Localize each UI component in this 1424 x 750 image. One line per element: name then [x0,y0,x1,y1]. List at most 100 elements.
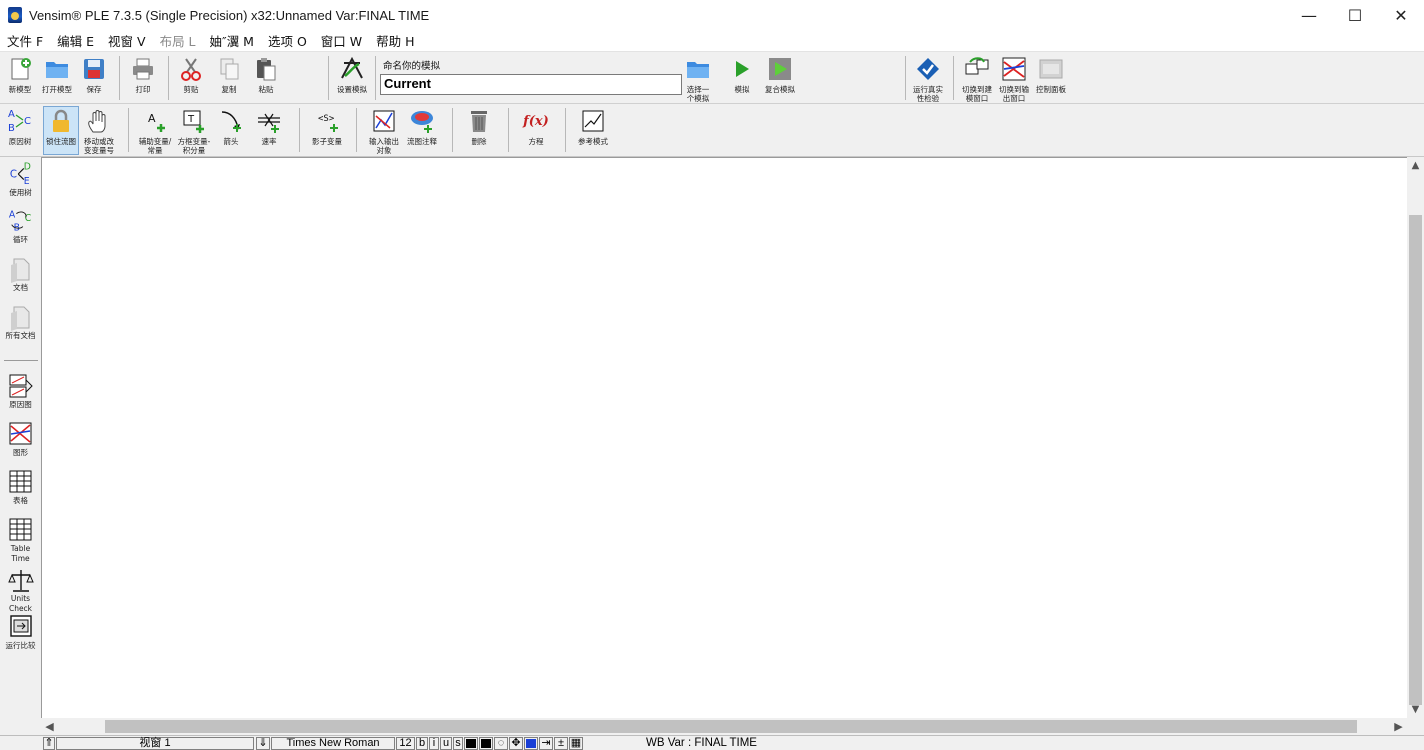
move-size-tool[interactable]: 移动或改 变变量号 [81,107,117,155]
menu-edit[interactable]: 编辑 E [50,31,101,50]
maximize-button[interactable]: ☐ [1332,0,1378,30]
menu-view[interactable]: 视窗 V [101,31,153,50]
copy-icon [215,55,243,83]
text-color-swatch[interactable] [464,737,478,750]
new-document-icon [6,55,34,83]
graph-icon [8,420,34,448]
play-icon [728,55,756,83]
view-up-arrow-icon[interactable]: ⇑ [43,737,55,750]
control-panel-button[interactable]: 控制面板 [1034,55,1068,94]
scroll-up-arrow-icon[interactable]: ▲ [1407,157,1424,174]
choose-run-button[interactable]: 选择一 个模拟 [683,55,713,103]
table-time-tool[interactable]: Table Time [0,516,41,564]
scroll-left-arrow-icon[interactable]: ◀ [41,718,58,735]
save-button[interactable]: 保存 [78,55,110,94]
printer-icon [129,55,157,83]
menu-model[interactable]: 妯″瀷 M [203,31,261,50]
uses-tree-tool[interactable]: CDE 使用树 [0,160,41,198]
reference-mode-tool[interactable]: 参考模式 [574,107,612,146]
comment-cloud-icon [408,107,436,135]
vertical-scroll-thumb[interactable] [1409,215,1422,705]
table-time-icon [8,516,34,544]
print-button[interactable]: 打印 [127,55,159,94]
font-name-field[interactable]: Times New Roman [271,737,395,750]
paste-button[interactable]: 粘贴 [251,55,281,94]
switch-to-output-button[interactable]: 切换到输 出窗口 [996,55,1032,103]
vertical-scrollbar[interactable]: ▲ ▼ [1407,157,1424,718]
auxiliary-variable-tool[interactable]: A 辅助变量/常量 [137,107,173,155]
control-panel-icon [1037,55,1065,83]
document-tool[interactable]: 文档 [0,255,41,293]
io-object-icon [370,107,398,135]
minimize-button[interactable]: — [1286,0,1332,30]
italic-toggle[interactable]: i [429,737,439,750]
reality-check-button[interactable]: 运行真实 性检验 [910,55,946,103]
toolbar-separator [328,56,329,100]
sketch-canvas[interactable] [41,157,1407,718]
arrow-tool[interactable]: 箭头 [216,107,246,146]
scroll-right-arrow-icon[interactable]: ▶ [1390,718,1407,735]
input-output-object-tool[interactable]: 输入输出 对象 [365,107,403,155]
view-selector[interactable]: 视窗 1 [56,737,254,750]
toolbar-separator [119,56,120,100]
menu-help[interactable]: 帮助 H [369,31,421,50]
line-color-swatch[interactable] [524,737,538,750]
lock-sketch-tool[interactable]: 锁住流图 [43,106,79,155]
units-check-tool[interactable]: Units Check [0,566,41,614]
curved-arrow-icon [217,107,245,135]
rate-tool[interactable]: 速率 [254,107,284,146]
copy-button[interactable]: 复制 [214,55,244,94]
font-size-field[interactable]: 12 [396,737,415,750]
floppy-disk-icon [80,55,108,83]
fill-color-swatch[interactable] [479,737,493,750]
shadow-variable-tool[interactable]: <S> 影子变量 [308,107,346,146]
position-style-icon[interactable]: ✥ [509,737,523,750]
toolbar-separator [508,108,509,152]
rate-valve-icon [255,107,283,135]
shape-style-icon[interactable]: ◌ [494,737,508,750]
view-down-arrow-icon[interactable]: ⇓ [256,737,270,750]
switch-to-build-button[interactable]: 切换到建 模窗口 [959,55,995,103]
horizontal-scrollbar[interactable]: ◀ ▶ [41,718,1407,735]
run-name-input[interactable]: Current [380,74,682,95]
open-model-button[interactable]: 打开模型 [40,55,74,94]
level-variable-tool[interactable]: T 方框变量- 积分量 [176,107,212,155]
balance-scale-icon [7,566,34,594]
menu-layout[interactable]: 布局 L [153,31,203,50]
menu-window[interactable]: 窗口 W [314,31,369,50]
causes-tree-tool[interactable]: ABC 原因树 [4,107,36,146]
arrow-style-icon[interactable]: ⇥ [539,737,553,750]
synthesim-button[interactable]: 复合模拟 [763,55,797,94]
delete-tool[interactable]: 删除 [464,107,494,146]
causes-strip-tool[interactable]: 原因图 [0,372,41,410]
sketch-toolbar: ABC 原因树 锁住流图 移动或改 变变量号 A 辅助变量/常量 T 方框变量- 积… [0,104,1424,157]
sketch-options-icon[interactable]: ▦ [569,737,583,750]
causes-strip-icon [8,372,34,400]
run-compare-icon [8,613,34,641]
loops-tool[interactable]: ACB 循环 [0,207,41,245]
toolbar-separator [4,360,38,361]
arrow-polarity-icon[interactable]: ± [554,737,568,750]
simulate-button[interactable]: 模拟 [728,55,756,94]
scroll-down-arrow-icon[interactable]: ▼ [1407,701,1424,718]
horizontal-scroll-thumb[interactable] [105,720,1357,733]
equations-tool[interactable]: f(x) 方程 [519,107,553,147]
set-simulation-button[interactable]: 设置模拟 [335,55,369,94]
table-tool[interactable]: 表格 [0,468,41,506]
run-name-caption: 命名你的模拟 [383,61,441,72]
window-controls: — ☐ ✕ [1286,0,1424,30]
run-compare-tool[interactable]: 运行比较 [0,613,41,651]
close-button[interactable]: ✕ [1378,0,1424,30]
cut-button[interactable]: 剪贴 [176,55,206,94]
sketch-comment-tool[interactable]: 流图注释 [404,107,440,146]
bold-toggle[interactable]: b [416,737,428,750]
underline-toggle[interactable]: u [440,737,452,750]
hand-icon [85,107,113,135]
new-model-button[interactable]: 新模型 [4,55,36,94]
menu-options[interactable]: 选项 O [261,31,314,50]
strikethrough-toggle[interactable]: s [453,737,463,750]
fx-icon: f(x) [523,113,549,129]
document-all-tool[interactable]: 所有文档 [0,303,41,341]
graph-tool[interactable]: 图形 [0,420,41,458]
menu-file[interactable]: 文件 F [0,31,50,50]
